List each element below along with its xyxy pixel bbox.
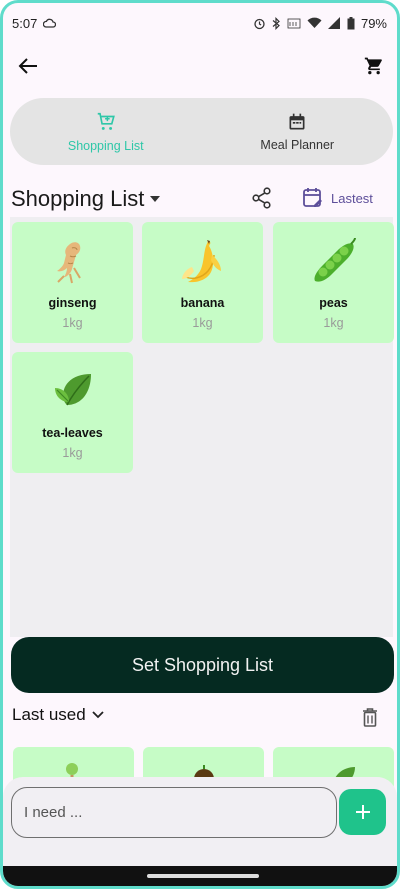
item-name: ginseng bbox=[48, 296, 97, 310]
plus-icon bbox=[355, 805, 370, 819]
delete-button[interactable] bbox=[358, 705, 382, 729]
list-title-dropdown[interactable]: Shopping List bbox=[11, 186, 161, 212]
battery-percent: 79% bbox=[360, 15, 387, 31]
signal-icon bbox=[327, 17, 341, 29]
tea-leaves-icon bbox=[51, 366, 95, 418]
calendar-icon bbox=[289, 113, 305, 129]
item-card-ginseng[interactable]: ginseng 1kg bbox=[12, 222, 133, 343]
shopping-items-grid: ginseng 1kg banana 1kg peas 1kg tea-leav… bbox=[10, 217, 394, 637]
item-qty: 1kg bbox=[62, 446, 83, 460]
item-name: peas bbox=[319, 296, 348, 310]
cart-button[interactable] bbox=[361, 53, 387, 79]
system-nav-bar bbox=[3, 866, 397, 886]
trash-icon bbox=[363, 707, 377, 727]
sort-lastest-button[interactable]: Lastest bbox=[303, 183, 373, 213]
share-icon bbox=[252, 187, 271, 209]
tab-shopping-list[interactable]: Shopping List bbox=[10, 98, 202, 165]
item-qty: 1kg bbox=[323, 316, 344, 330]
list-header: Shopping List Lastest bbox=[11, 183, 393, 217]
alarm-icon bbox=[253, 17, 266, 30]
last-used-header: Last used bbox=[12, 705, 392, 731]
need-input[interactable] bbox=[11, 787, 337, 838]
phone-frame: 5:07 79% Shopping List Meal Planner Shop… bbox=[0, 0, 400, 889]
add-item-bar bbox=[3, 777, 397, 872]
status-right: 79% bbox=[253, 16, 387, 31]
add-item-button[interactable] bbox=[339, 789, 386, 835]
set-shopping-list-button[interactable]: Set Shopping List bbox=[11, 637, 394, 693]
status-left: 5:07 bbox=[12, 15, 57, 31]
item-card-banana[interactable]: banana 1kg bbox=[142, 222, 263, 343]
sort-label: Lastest bbox=[331, 190, 373, 206]
last-used-title: Last used bbox=[12, 705, 86, 724]
page-title: Shopping List bbox=[11, 186, 145, 211]
status-bar: 5:07 79% bbox=[3, 3, 397, 43]
item-card-tea-leaves[interactable]: tea-leaves 1kg bbox=[12, 352, 133, 473]
tab-meal-planner[interactable]: Meal Planner bbox=[202, 98, 394, 165]
ginseng-icon bbox=[50, 236, 96, 288]
item-card-peas[interactable]: peas 1kg bbox=[273, 222, 394, 343]
item-name: banana bbox=[180, 296, 225, 310]
cloud-icon bbox=[43, 16, 57, 31]
share-button[interactable] bbox=[249, 185, 275, 211]
cart-icon bbox=[364, 57, 382, 75]
back-button[interactable] bbox=[15, 53, 41, 79]
item-qty: 1kg bbox=[62, 316, 83, 330]
tab-label: Shopping List bbox=[67, 138, 144, 153]
lte-icon bbox=[287, 17, 301, 30]
home-indicator[interactable] bbox=[147, 874, 259, 878]
item-qty: 1kg bbox=[192, 316, 213, 330]
wifi-icon bbox=[307, 17, 322, 29]
status-time: 5:07 bbox=[12, 15, 38, 31]
arrow-back-icon bbox=[18, 58, 37, 74]
bluetooth-icon bbox=[272, 16, 281, 30]
segmented-tabs: Shopping List Meal Planner bbox=[10, 98, 393, 165]
last-used-dropdown[interactable]: Last used bbox=[12, 705, 104, 725]
item-name: tea-leaves bbox=[42, 426, 103, 440]
top-app-bar bbox=[3, 49, 397, 85]
tab-label: Meal Planner bbox=[260, 137, 335, 152]
peas-icon bbox=[309, 236, 359, 288]
shopping-cart-icon bbox=[97, 112, 115, 130]
chevron-down-icon bbox=[92, 711, 104, 719]
banana-icon bbox=[178, 236, 228, 288]
caret-down-icon bbox=[150, 196, 161, 202]
calendar-edit-icon bbox=[303, 188, 322, 207]
battery-icon bbox=[347, 16, 355, 30]
